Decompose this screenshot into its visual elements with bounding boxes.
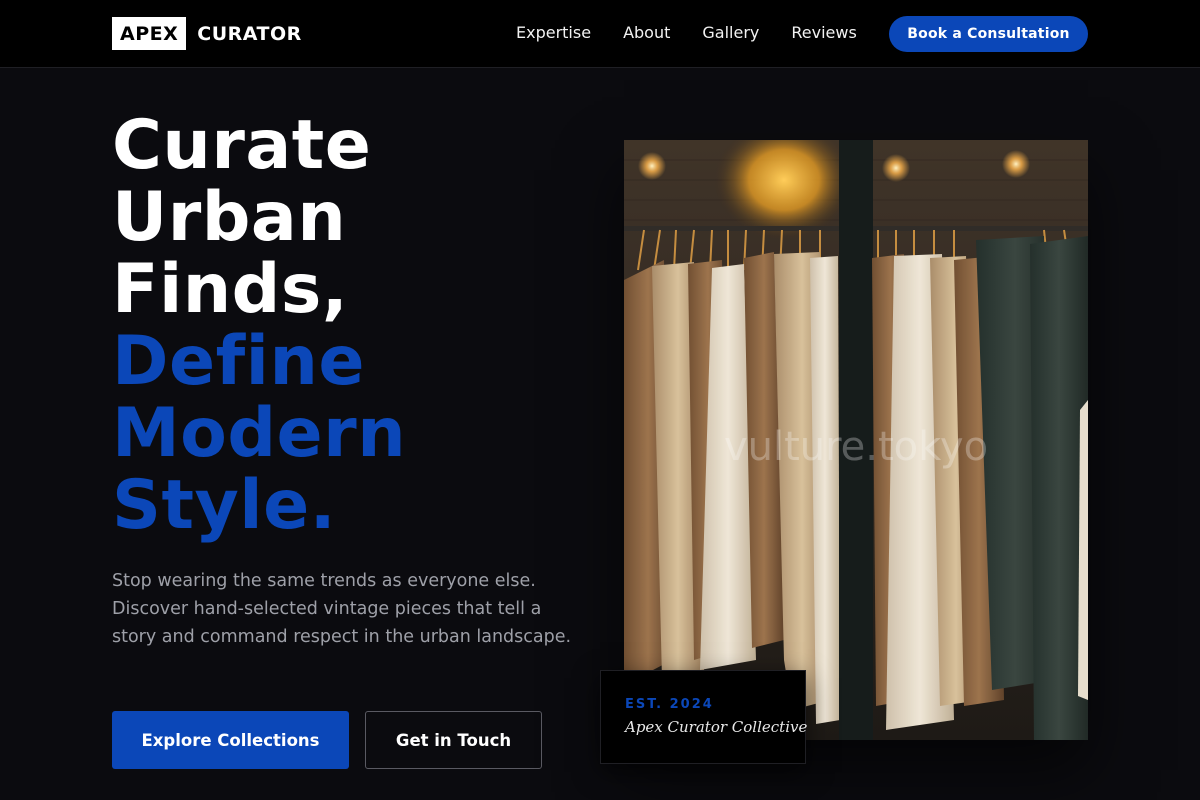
nav-links: Expertise About Gallery Reviews — [516, 23, 857, 42]
headline-accent-line: Modern — [112, 394, 407, 473]
logo-box: APEX — [112, 17, 187, 50]
hero-headline: Curate Urban Finds, Define Modern Style. — [112, 110, 406, 542]
nav-link-reviews[interactable]: Reviews — [791, 23, 856, 42]
collective-badge: EST. 2024 Apex Curator Collective — [600, 670, 808, 764]
headline-line: Curate — [112, 106, 372, 185]
badge-name: Apex Curator Collective — [625, 718, 808, 736]
book-consultation-button[interactable]: Book a Consultation — [889, 16, 1088, 52]
headline-line: Urban — [112, 178, 347, 257]
nav-link-about[interactable]: About — [623, 23, 670, 42]
nav-link-gallery[interactable]: Gallery — [702, 23, 759, 42]
explore-collections-button[interactable]: Explore Collections — [112, 711, 349, 769]
logo-text: CURATOR — [197, 22, 302, 45]
headline-accent-line: Define — [112, 322, 365, 401]
badge-established: EST. 2024 — [625, 697, 714, 712]
clothing-rack-illustration: vulture.tokyo — [624, 140, 1088, 740]
headline-line: Finds, — [112, 250, 349, 329]
brand-logo[interactable]: APEX CURATOR — [112, 17, 302, 50]
top-nav: APEX CURATOR Expertise About Gallery Rev… — [0, 0, 1200, 68]
hero-subtext: Stop wearing the same trends as everyone… — [112, 571, 572, 647]
nav-link-expertise[interactable]: Expertise — [516, 23, 591, 42]
get-in-touch-button[interactable]: Get in Touch — [365, 711, 542, 769]
image-watermark: vulture.tokyo — [724, 424, 988, 470]
hero-image: vulture.tokyo — [624, 140, 1088, 740]
headline-accent-line: Style. — [112, 466, 337, 545]
